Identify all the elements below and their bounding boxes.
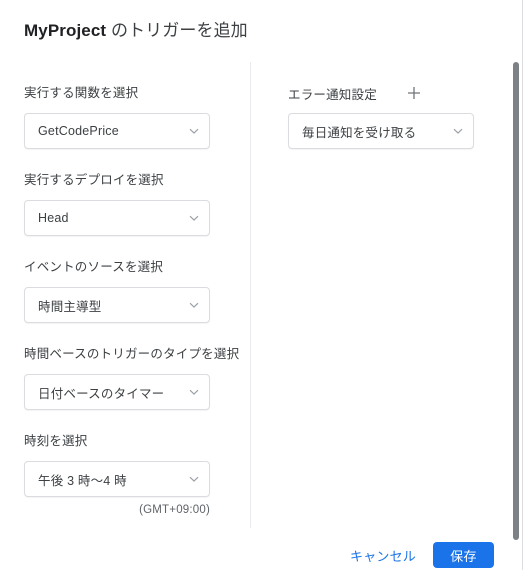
time-of-day-select[interactable]: 午後 3 時〜4 時 [24, 461, 210, 497]
field-time-of-day: 時刻を選択 午後 3 時〜4 時 (GMT+09:00) [24, 432, 224, 516]
function-select[interactable]: GetCodePrice [24, 113, 210, 149]
chevron-down-icon [189, 474, 199, 484]
column-divider [250, 62, 251, 528]
field-deployment: 実行するデプロイを選択 Head [24, 171, 224, 236]
scrollbar-thumb[interactable] [513, 62, 519, 540]
field-label-timer-type: 時間ベースのトリガーのタイプを選択 [24, 347, 240, 361]
field-timer-type: 時間ベースのトリガーのタイプを選択 日付ベースのタイマー [24, 345, 240, 410]
time-of-day-select-value: 午後 3 時〜4 時 [38, 473, 127, 488]
timer-type-select[interactable]: 日付ベースのタイマー [24, 374, 210, 410]
page-title-project: MyProject [24, 21, 107, 40]
save-button[interactable]: 保存 [433, 542, 494, 568]
page-gutter [523, 0, 532, 570]
notification-frequency-select[interactable]: 毎日通知を受け取る [288, 113, 474, 149]
plus-icon[interactable] [407, 86, 421, 100]
function-select-value: GetCodePrice [38, 124, 119, 138]
field-label-deployment: 実行するデプロイを選択 [24, 173, 164, 187]
chevron-down-icon [189, 126, 199, 136]
dialog-footer: キャンセル 保存 [0, 540, 522, 570]
notification-frequency-value: 毎日通知を受け取る [302, 125, 417, 140]
add-trigger-dialog: MyProject のトリガーを追加 実行する関数を選択 GetCodePric… [0, 0, 523, 570]
timezone-note: (GMT+09:00) [139, 504, 210, 516]
page-title: MyProject のトリガーを追加 [24, 18, 248, 44]
deployment-select-value: Head [38, 211, 69, 225]
event-source-select[interactable]: 時間主導型 [24, 287, 210, 323]
timer-type-select-value: 日付ベースのタイマー [38, 386, 165, 401]
cancel-button[interactable]: キャンセル [350, 546, 416, 565]
page-title-suffix: のトリガーを追加 [106, 21, 248, 40]
chevron-down-icon [453, 126, 463, 136]
deployment-select[interactable]: Head [24, 200, 210, 236]
trigger-settings-column: 実行する関数を選択 GetCodePrice 実行するデプロイを選択 Head … [24, 84, 240, 538]
error-notification-column: エラー通知設定 毎日通知を受け取る [288, 84, 488, 149]
error-notification-label: エラー通知設定 [288, 87, 377, 102]
chevron-down-icon [189, 213, 199, 223]
event-source-select-value: 時間主導型 [38, 299, 102, 314]
field-label-function: 実行する関数を選択 [24, 86, 139, 100]
chevron-down-icon [189, 387, 199, 397]
field-label-event-source: イベントのソースを選択 [24, 260, 164, 274]
error-notification-header: エラー通知設定 [288, 84, 488, 102]
field-function: 実行する関数を選択 GetCodePrice [24, 84, 224, 149]
chevron-down-icon [189, 300, 199, 310]
field-label-time-of-day: 時刻を選択 [24, 434, 88, 448]
field-event-source: イベントのソースを選択 時間主導型 [24, 258, 224, 323]
